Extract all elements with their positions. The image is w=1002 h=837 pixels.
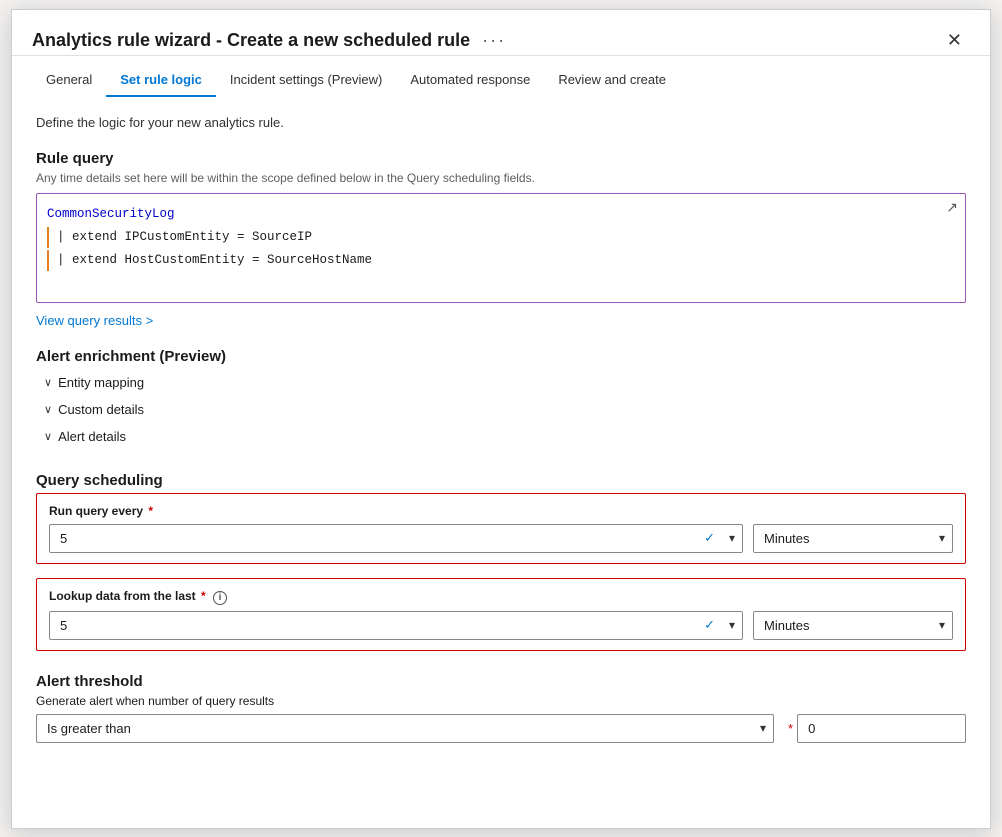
dialog-body: Define the logic for your new analytics … bbox=[12, 97, 990, 828]
run-query-row: 5 10 15 30 60 ✓ ▾ Minutes Hours bbox=[49, 524, 953, 553]
dialog-title: Analytics rule wizard - Create a new sch… bbox=[32, 30, 470, 51]
threshold-value-input[interactable] bbox=[797, 714, 966, 743]
alert-threshold-title: Alert threshold bbox=[36, 673, 966, 690]
lookup-data-row: 5 10 15 30 60 ✓ ▾ Minutes Hours bbox=[49, 611, 953, 640]
alert-details-label: Alert details bbox=[58, 429, 126, 444]
threshold-required-star: * bbox=[788, 721, 793, 736]
query-line-3: | extend HostCustomEntity = SourceHostNa… bbox=[47, 250, 935, 271]
alert-details-item[interactable]: ∨ Alert details bbox=[36, 423, 966, 450]
analytics-rule-dialog: Analytics rule wizard - Create a new sch… bbox=[11, 9, 991, 829]
run-query-every-group: Run query every * 5 10 15 30 60 ✓ ▾ bbox=[36, 493, 966, 564]
rule-query-title: Rule query bbox=[36, 150, 966, 167]
tab-bar: General Set rule logic Incident settings… bbox=[12, 64, 990, 97]
query-keyword: CommonSecurityLog bbox=[47, 207, 175, 221]
threshold-value-wrapper: * bbox=[786, 714, 966, 743]
tab-general[interactable]: General bbox=[32, 64, 106, 97]
expand-icon[interactable]: ↗ bbox=[946, 199, 958, 216]
tab-review-create[interactable]: Review and create bbox=[544, 64, 680, 97]
lookup-unit-wrapper: Minutes Hours Days ▾ bbox=[753, 611, 953, 640]
lookup-value-select[interactable]: 5 10 15 30 60 bbox=[49, 611, 743, 640]
threshold-condition-wrapper: Is greater than Is less than Is equal to… bbox=[36, 714, 774, 743]
lookup-value-wrapper: 5 10 15 30 60 ✓ ▾ bbox=[49, 611, 743, 640]
close-button[interactable]: ✕ bbox=[939, 26, 970, 55]
generate-label: Generate alert when number of query resu… bbox=[36, 694, 966, 708]
alert-enrichment-section: Alert enrichment (Preview) ∨ Entity mapp… bbox=[36, 348, 966, 450]
threshold-row: Is greater than Is less than Is equal to… bbox=[36, 714, 966, 743]
page-description: Define the logic for your new analytics … bbox=[36, 115, 966, 130]
tab-incident-settings[interactable]: Incident settings (Preview) bbox=[216, 64, 396, 97]
tab-set-rule-logic[interactable]: Set rule logic bbox=[106, 64, 216, 97]
query-line-2: | extend IPCustomEntity = SourceIP bbox=[47, 227, 935, 248]
custom-details-chevron: ∨ bbox=[44, 403, 52, 416]
query-line-1: CommonSecurityLog bbox=[47, 204, 935, 225]
lookup-data-group: Lookup data from the last * i 5 10 15 30… bbox=[36, 578, 966, 651]
rule-query-subtitle: Any time details set here will be within… bbox=[36, 171, 966, 185]
lookup-data-label: Lookup data from the last * i bbox=[49, 589, 953, 605]
tab-automated-response[interactable]: Automated response bbox=[396, 64, 544, 97]
lookup-unit-select[interactable]: Minutes Hours Days bbox=[753, 611, 953, 640]
query-scheduling-title: Query scheduling bbox=[36, 472, 966, 489]
lookup-required-star: * bbox=[201, 589, 206, 603]
query-scheduling-section: Query scheduling Run query every * 5 10 … bbox=[36, 472, 966, 651]
title-row: Analytics rule wizard - Create a new sch… bbox=[32, 30, 506, 51]
run-query-required-star: * bbox=[148, 504, 153, 518]
dialog-header: Analytics rule wizard - Create a new sch… bbox=[12, 10, 990, 56]
run-query-value-wrapper: 5 10 15 30 60 ✓ ▾ bbox=[49, 524, 743, 553]
run-query-unit-wrapper: Minutes Hours Days ▾ bbox=[753, 524, 953, 553]
entity-mapping-chevron: ∨ bbox=[44, 376, 52, 389]
alert-details-chevron: ∨ bbox=[44, 430, 52, 443]
query-pipe-1: | extend IPCustomEntity = SourceIP bbox=[47, 227, 312, 248]
alert-enrichment-title: Alert enrichment (Preview) bbox=[36, 348, 966, 365]
threshold-condition-select[interactable]: Is greater than Is less than Is equal to… bbox=[36, 714, 774, 743]
run-query-unit-select[interactable]: Minutes Hours Days bbox=[753, 524, 953, 553]
run-query-value-select[interactable]: 5 10 15 30 60 bbox=[49, 524, 743, 553]
custom-details-label: Custom details bbox=[58, 402, 144, 417]
entity-mapping-label: Entity mapping bbox=[58, 375, 144, 390]
custom-details-item[interactable]: ∨ Custom details bbox=[36, 396, 966, 423]
more-options-icon[interactable]: ··· bbox=[482, 30, 506, 51]
lookup-info-icon[interactable]: i bbox=[213, 591, 227, 605]
alert-threshold-section: Alert threshold Generate alert when numb… bbox=[36, 673, 966, 743]
entity-mapping-item[interactable]: ∨ Entity mapping bbox=[36, 369, 966, 396]
query-pipe-2: | extend HostCustomEntity = SourceHostNa… bbox=[47, 250, 372, 271]
view-query-results-link[interactable]: View query results > bbox=[36, 313, 153, 328]
query-box-wrapper: CommonSecurityLog | extend IPCustomEntit… bbox=[36, 193, 966, 303]
run-query-every-label: Run query every * bbox=[49, 504, 953, 518]
